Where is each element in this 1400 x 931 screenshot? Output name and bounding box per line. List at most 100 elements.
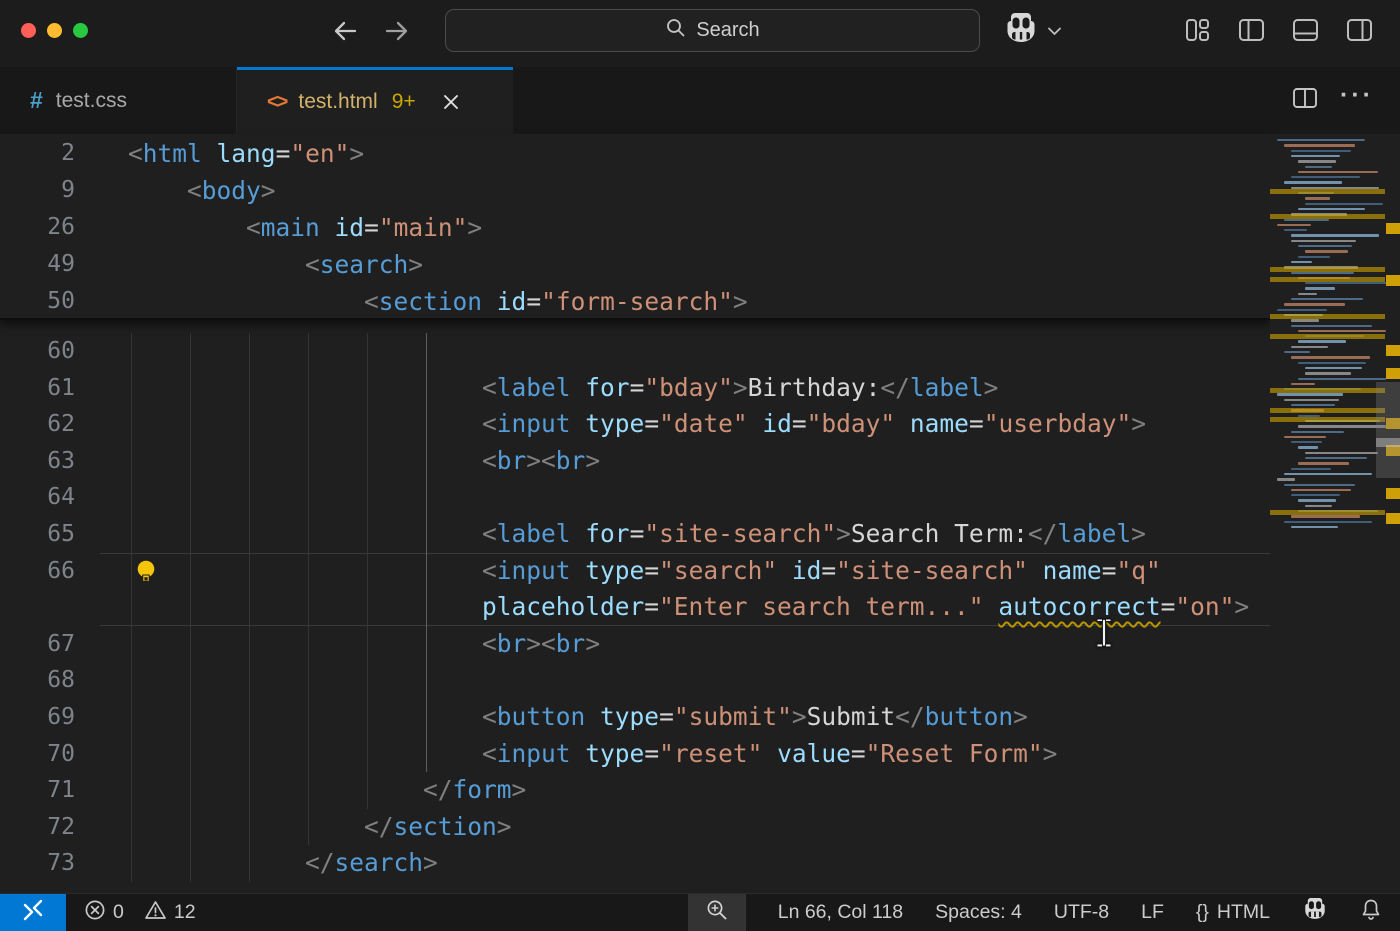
indent-guide [249,845,250,882]
error-count: 0 [113,901,124,924]
more-actions-icon[interactable]: ··· [1340,83,1374,118]
tab-bar: # test.css <> test.html 9+ ··· [0,67,1400,135]
eol-sequence[interactable]: LF [1141,901,1164,924]
scrollbar-thumb[interactable] [1376,382,1400,478]
tab-test-html[interactable]: <> test.html 9+ [237,67,513,134]
indent-guide [131,443,132,480]
indent-guide [308,333,309,370]
code-text: </section> [364,809,512,846]
indent-guide [190,443,191,480]
indent-guide [190,736,191,773]
vscode-window: Search [0,0,1400,931]
toggle-primary-sidebar-icon[interactable] [1237,17,1266,48]
lightbulb-icon[interactable] [134,559,158,590]
indent-guide [426,443,427,480]
indent-guide [190,406,191,443]
code-line[interactable]: 65<label for="site-search">Search Term:<… [0,516,1270,553]
indent-guide [190,479,191,516]
indent-guide [249,479,250,516]
editor[interactable]: 2<html lang="en">9<body>26<main id="main… [0,135,1400,893]
code-line[interactable]: placeholder="Enter search term..." autoc… [0,589,1270,626]
code-text: <input type="reset" value="Reset Form"> [482,736,1057,773]
minimap-warning-bar [1270,314,1385,319]
toggle-panel-icon[interactable] [1291,17,1320,48]
customize-layout-icon[interactable] [1183,17,1212,48]
bell-icon[interactable] [1360,898,1382,927]
minimap[interactable] [1270,135,1400,893]
code-line[interactable]: 67<br><br> [0,626,1270,663]
close-tab-icon[interactable] [442,93,460,111]
code-line[interactable]: 66<input type="search" id="site-search" … [0,553,1270,590]
split-editor-icon[interactable] [1292,87,1318,114]
zoom-window-button[interactable] [73,23,88,38]
minimap-warning-bar [1270,334,1385,339]
indent-guide [426,553,427,590]
toggle-secondary-sidebar-icon[interactable] [1345,17,1374,48]
indent-guide [131,370,132,407]
indent-guide [308,443,309,480]
indent-guide [308,516,309,553]
line-number: 64 [0,479,100,516]
titlebar: Search [0,0,1400,67]
minimap-warning-bar [1270,510,1385,515]
code-line[interactable]: 69<button type="submit">Submit</button> [0,699,1270,736]
code-line[interactable]: 64 [0,479,1270,516]
back-arrow-icon[interactable] [330,16,360,46]
language-mode[interactable]: {} HTML [1196,901,1270,924]
minimize-window-button[interactable] [47,23,62,38]
code-line[interactable]: 62<input type="date" id="bday" name="use… [0,406,1270,443]
code-line[interactable]: 68 [0,662,1270,699]
cursor-position[interactable]: Ln 66, Col 118 [778,901,903,924]
indent-guide [308,699,309,736]
code-line[interactable]: 61<label for="bday">Birthday:</label> [0,370,1270,407]
indent-guide [249,406,250,443]
sticky-line[interactable]: 50<section id="form-search"> [0,283,1270,320]
indent-guide [249,370,250,407]
code-text: <search> [305,246,423,283]
line-number: 62 [0,406,100,443]
sticky-line[interactable]: 2<html lang="en"> [0,135,1270,172]
indent-guide [249,626,250,663]
indent-guide [367,479,368,516]
code-line[interactable]: 72</section> [0,809,1270,846]
sticky-line[interactable]: 26<main id="main"> [0,209,1270,246]
code-line[interactable]: 73</search> [0,845,1270,882]
line-number: 9 [0,172,100,209]
sticky-line[interactable]: 49<search> [0,246,1270,283]
indent-guide [367,370,368,407]
problems-status[interactable]: 0 12 [66,899,196,927]
overview-cursor-marker [1376,438,1400,447]
indent-guide [308,479,309,516]
close-window-button[interactable] [21,23,36,38]
indentation[interactable]: Spaces: 4 [935,901,1022,924]
encoding[interactable]: UTF-8 [1054,901,1109,924]
indent-guide [426,333,427,370]
indent-guide [190,662,191,699]
code-line[interactable]: 70<input type="reset" value="Reset Form"… [0,736,1270,773]
code-line[interactable]: 60 [0,333,1270,370]
code-text: <button type="submit">Submit</button> [482,699,1028,736]
indent-guide [190,699,191,736]
command-center-search[interactable]: Search [445,9,980,52]
tab-test-css[interactable]: # test.css [0,67,237,134]
overview-warning-marker [1386,488,1400,499]
indent-guide [308,736,309,773]
line-number: 66 [0,553,100,590]
zoom-in-icon [705,898,729,928]
indent-guide [131,809,132,846]
indent-guide [249,589,250,626]
zoom-indicator[interactable] [688,894,746,931]
indent-guide [249,772,250,809]
sticky-line[interactable]: 9<body> [0,172,1270,209]
copilot-status-icon[interactable] [1302,898,1328,927]
line-number: 63 [0,443,100,480]
sticky-scroll[interactable]: 2<html lang="en">9<body>26<main id="main… [0,135,1270,320]
code-text: <section id="form-search"> [364,283,748,320]
line-number: 26 [0,209,100,246]
code-line[interactable]: 63<br><br> [0,443,1270,480]
remote-indicator[interactable] [0,894,66,931]
copilot-menu-button[interactable] [1003,13,1062,50]
indent-guide [190,333,191,370]
forward-arrow-icon[interactable] [382,16,412,46]
code-line[interactable]: 71</form> [0,772,1270,809]
